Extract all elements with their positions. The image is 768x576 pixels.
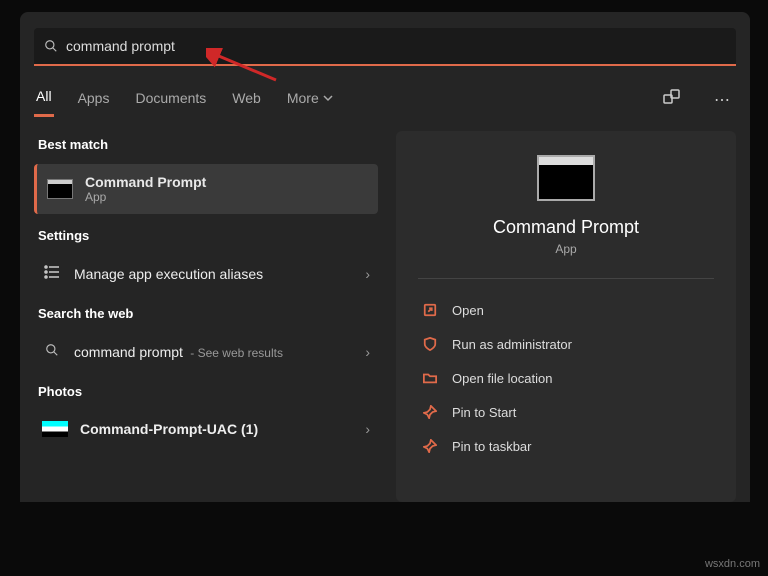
best-match-result[interactable]: Command Prompt App xyxy=(34,164,378,214)
chevron-down-icon xyxy=(323,93,333,103)
tab-all[interactable]: All xyxy=(34,82,54,117)
chevron-right-icon: › xyxy=(365,344,370,360)
action-pin-start[interactable]: Pin to Start xyxy=(418,395,714,429)
chevron-right-icon: › xyxy=(365,421,370,437)
shield-icon xyxy=(422,336,438,352)
folder-icon xyxy=(422,370,438,386)
action-run-admin[interactable]: Run as administrator xyxy=(418,327,714,361)
section-best-match: Best match xyxy=(34,131,378,156)
filter-tabs: All Apps Documents Web More ⋯ xyxy=(20,72,750,117)
more-options-icon[interactable]: ⋯ xyxy=(708,90,736,110)
settings-result-label: Manage app execution aliases xyxy=(74,266,353,282)
best-match-subtitle: App xyxy=(85,190,206,204)
action-open-location[interactable]: Open file location xyxy=(418,361,714,395)
preview-panel: Command Prompt App Open Run as administr… xyxy=(396,131,736,502)
section-search-web: Search the web xyxy=(34,300,378,325)
web-result-label: command prompt - See web results xyxy=(74,344,353,360)
tab-apps[interactable]: Apps xyxy=(76,84,112,116)
photo-result[interactable]: Command-Prompt-UAC (1) › xyxy=(34,411,378,447)
chevron-right-icon: › xyxy=(365,266,370,282)
search-options-icon[interactable] xyxy=(658,89,686,110)
section-settings: Settings xyxy=(34,222,378,247)
web-result[interactable]: command prompt - See web results › xyxy=(34,333,378,370)
pin-icon xyxy=(422,404,438,420)
search-icon xyxy=(44,39,58,53)
tab-documents[interactable]: Documents xyxy=(133,84,208,116)
action-pin-taskbar[interactable]: Pin to taskbar xyxy=(418,429,714,463)
results-panel: Best match Command Prompt App Settings M… xyxy=(34,131,378,502)
action-open[interactable]: Open xyxy=(418,293,714,327)
best-match-title: Command Prompt xyxy=(85,174,206,190)
search-input[interactable] xyxy=(66,38,726,54)
tab-more[interactable]: More xyxy=(285,84,335,116)
divider xyxy=(418,278,714,279)
command-prompt-icon xyxy=(47,179,73,199)
tab-web[interactable]: Web xyxy=(230,84,263,116)
search-bar[interactable] xyxy=(34,28,736,66)
open-icon xyxy=(422,302,438,318)
search-icon xyxy=(42,343,62,360)
start-search-window: All Apps Documents Web More ⋯ Best match… xyxy=(20,12,750,502)
section-photos: Photos xyxy=(34,378,378,403)
photo-result-label: Command-Prompt-UAC (1) xyxy=(80,421,353,437)
preview-subtitle: App xyxy=(555,242,576,256)
settings-list-icon xyxy=(42,265,62,282)
command-prompt-icon xyxy=(537,155,595,201)
pin-icon xyxy=(422,438,438,454)
settings-result[interactable]: Manage app execution aliases › xyxy=(34,255,378,292)
photo-thumbnail xyxy=(42,421,68,437)
watermark: wsxdn.com xyxy=(705,558,760,570)
preview-title: Command Prompt xyxy=(493,217,639,238)
